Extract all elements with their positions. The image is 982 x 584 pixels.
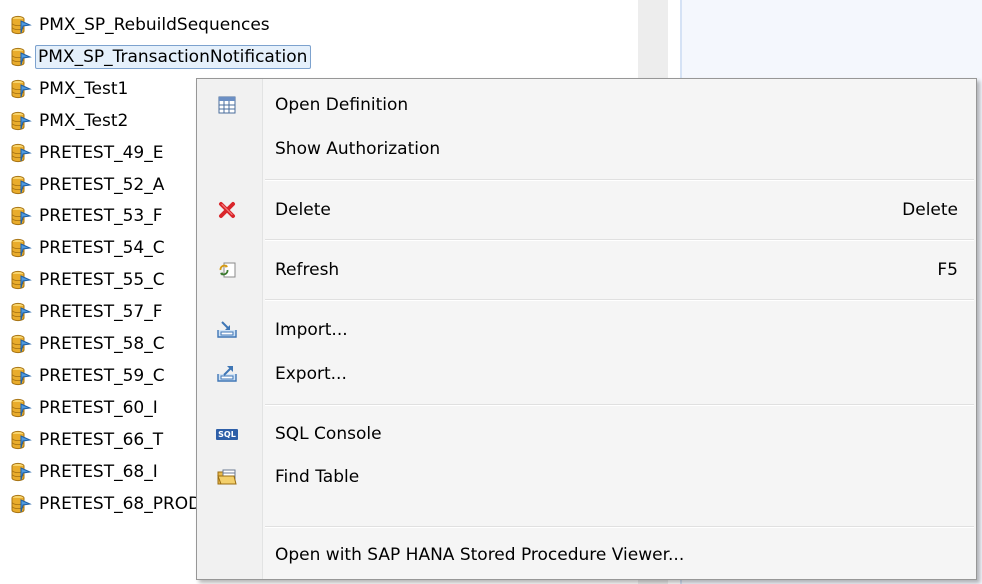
stored-procedure-icon [10,205,32,227]
tree-item[interactable]: PRETEST_49_E [10,140,168,166]
tree-item-label: PMX_SP_RebuildSequences [39,15,270,35]
tree-item[interactable]: PMX_SP_RebuildSequences [10,12,275,38]
tree-item-label: PRETEST_57_F [39,302,163,323]
tree-item-label: PRETEST_59_C [39,365,165,386]
stored-procedure-icon [10,269,32,291]
tree-item-label: PRETEST_60_I [39,397,158,418]
menu-item-import[interactable]: Import... [197,310,976,350]
menu-item-find-table[interactable]: Find Table [197,457,976,497]
stored-procedure-icon [10,493,32,515]
menu-label-import: Import... [275,320,348,340]
tree-item[interactable]: PRETEST_55_C [10,267,170,293]
tree-item[interactable]: PRETEST_52_A [10,172,169,198]
menu-item-open-with-viewer[interactable]: Open with SAP HANA Stored Procedure View… [197,535,976,575]
menu-item-export[interactable]: Export... [197,354,976,394]
tree-item[interactable]: PRETEST_54_C [10,235,170,261]
tree-item-label: PMX_Test2 [39,110,129,131]
stored-procedure-icon [10,142,32,164]
sql-icon-text: SQL [216,428,238,440]
menu-item-open-definition[interactable]: Open Definition [197,85,976,125]
menu-separator [265,526,974,528]
tree-item[interactable]: PMX_Test1 [10,76,133,102]
tree-item-label: PRETEST_66_T [39,429,164,450]
menu-label-delete: Delete [275,200,331,220]
stored-procedure-icon [10,333,32,355]
tree-item[interactable]: PRETEST_66_T [10,427,168,453]
stored-procedure-icon [10,78,32,100]
stored-procedure-icon [10,429,32,451]
menu-item-sql-console[interactable]: SQL SQL Console [197,414,976,454]
menu-label-open-with-viewer: Open with SAP HANA Stored Procedure View… [275,545,685,565]
tree-item-label: PRETEST_58_C [39,334,165,354]
stored-procedure-icon [10,174,32,196]
tree-item-label: PMX_SP_TransactionNotification [35,44,312,69]
menu-item-delete[interactable]: Delete Delete [197,190,976,230]
tree-item[interactable]: PRETEST_58_C [10,331,170,357]
stored-procedure-icon [10,461,32,483]
refresh-icon [216,259,238,281]
stored-procedure-icon [10,365,32,387]
import-icon [216,319,238,341]
menu-separator [265,404,974,406]
menu-label-show-authorization: Show Authorization [275,139,441,159]
tree-item-label: PRETEST_54_C [39,238,165,259]
menu-label-refresh: Refresh [275,260,340,280]
menu-separator [265,179,974,181]
menu-label-export: Export... [275,364,347,384]
tree-item[interactable]: PMX_Test2 [10,108,133,134]
tree-item-label: PRETEST_53_F [39,206,163,227]
export-icon [216,363,238,385]
tree-item[interactable]: PMX_SP_TransactionNotification [10,44,312,70]
tree-item[interactable]: PRETEST_60_I [10,395,163,421]
context-menu: Open Definition Show Authorization Delet… [196,78,977,580]
tree-item-label: PRETEST_49_E [39,142,164,163]
menu-shortcut-refresh: F5 [937,260,958,280]
tree-item[interactable]: PRETEST_59_C [10,363,170,389]
stored-procedure-icon [10,397,32,419]
red-x-delete-icon [216,199,238,221]
find-table-folder-icon [216,466,238,488]
menu-item-show-authorization[interactable]: Show Authorization [197,129,976,169]
menu-separator [265,299,974,301]
tree-item-label: PRETEST_55_C [39,270,165,291]
tree-item-label: PMX_Test1 [39,78,129,99]
menu-separator [265,239,974,241]
tree-item[interactable]: PRETEST_57_F [10,299,168,325]
menu-item-refresh[interactable]: Refresh F5 [197,250,976,290]
tree-item[interactable]: PRETEST_68_I [10,459,163,485]
stored-procedure-icon [10,14,32,36]
menu-shortcut-delete: Delete [902,200,958,220]
menu-label-find-table: Find Table [275,467,360,487]
menu-label-open-definition: Open Definition [275,95,409,115]
stored-procedure-icon [10,46,32,68]
menu-label-sql-console: SQL Console [275,424,382,444]
stored-procedure-icon [10,237,32,259]
tree-item-label: PRETEST_68_I [39,461,158,482]
tree-item[interactable]: PRETEST_53_F [10,203,168,229]
table-definition-icon [216,94,238,116]
stored-procedure-icon [10,301,32,323]
sql-console-icon: SQL [216,423,238,445]
tree-item-label: PRETEST_52_A [39,174,165,195]
stored-procedure-icon [10,110,32,132]
